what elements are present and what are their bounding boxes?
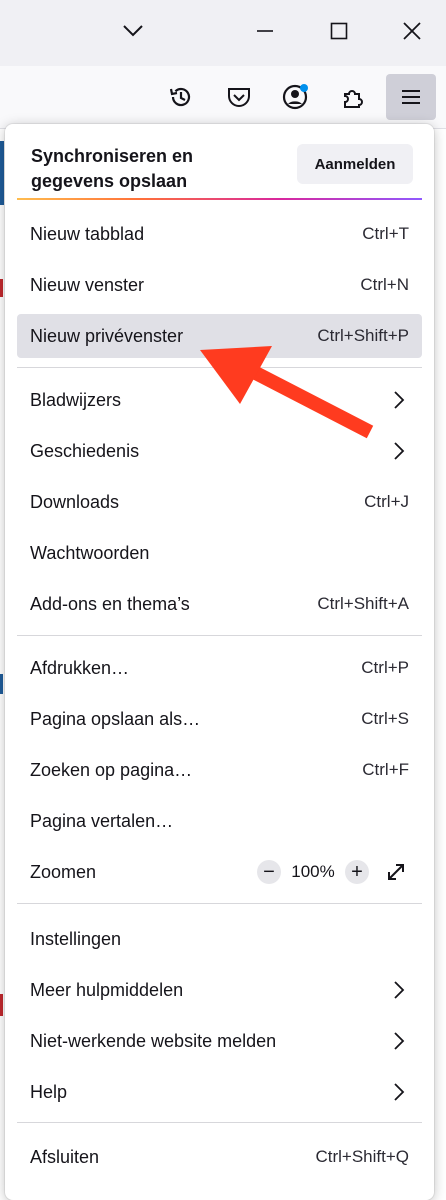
sync-title: Synchroniseren en gegevens opslaan <box>31 146 194 191</box>
page-fragment <box>0 994 3 1016</box>
menu-item-shortcut: Ctrl+J <box>364 492 409 511</box>
menu-item-label: Help <box>30 1081 68 1102</box>
chevron-right-icon <box>389 1031 409 1051</box>
signin-button[interactable]: Aanmelden <box>297 144 413 184</box>
menu-item-label: Geschiedenis <box>30 440 140 461</box>
menu-item-settings[interactable]: Instellingen <box>17 917 422 961</box>
menu-separator <box>17 635 422 636</box>
menu-item-addons[interactable]: Add-ons en thema’s Ctrl+Shift+A <box>17 582 422 626</box>
minimize-button[interactable] <box>242 8 288 54</box>
menu-item-label: Afsluiten <box>30 1146 100 1167</box>
menu-item-shortcut: Ctrl+F <box>362 760 409 779</box>
menu-item-bookmarks[interactable]: Bladwijzers <box>17 378 422 422</box>
tab-list-chevron-icon[interactable] <box>110 8 156 54</box>
menu-item-label: Niet-werkende website melden <box>30 1030 277 1051</box>
menu-item-shortcut: Ctrl+Shift+A <box>317 594 409 613</box>
menu-item-label: Instellingen <box>30 928 122 949</box>
menu-item-label: Nieuw privévenster <box>30 325 184 346</box>
window-titlebar <box>0 0 446 66</box>
menu-item-label: Zoomen <box>30 861 97 882</box>
notification-badge <box>300 84 308 92</box>
menu-item-label: Nieuw tabblad <box>30 223 145 244</box>
menu-item-translate-page[interactable]: Pagina vertalen… <box>17 799 422 843</box>
close-button[interactable] <box>389 8 435 54</box>
menu-item-shortcut: Ctrl+T <box>362 224 409 243</box>
menu-item-report-site[interactable]: Niet-werkende website melden <box>17 1019 422 1063</box>
chevron-right-icon <box>389 1082 409 1102</box>
menu-item-new-private-window[interactable]: Nieuw privévenster Ctrl+Shift+P <box>17 314 422 358</box>
menu-item-label: Zoeken op pagina… <box>30 759 193 780</box>
menu-item-save-page[interactable]: Pagina opslaan als… Ctrl+S <box>17 697 422 741</box>
chevron-right-icon <box>389 980 409 1000</box>
menu-item-label: Add-ons en thema’s <box>30 593 190 614</box>
history-icon[interactable] <box>162 78 200 116</box>
zoom-controls: − 100% + <box>257 859 409 885</box>
account-icon[interactable] <box>276 78 314 116</box>
page-fragment <box>0 141 4 205</box>
menu-separator <box>17 1122 422 1123</box>
menu-item-shortcut: Ctrl+Shift+Q <box>315 1147 409 1166</box>
zoom-level[interactable]: 100% <box>281 862 345 882</box>
navigation-toolbar <box>0 66 446 129</box>
menu-item-label: Meer hulpmiddelen <box>30 979 184 1000</box>
menu-item-new-tab[interactable]: Nieuw tabblad Ctrl+T <box>17 212 422 256</box>
menu-item-find-in-page[interactable]: Zoeken op pagina… Ctrl+F <box>17 748 422 792</box>
hamburger-menu-icon[interactable] <box>386 74 436 120</box>
menu-item-label: Downloads <box>30 491 120 512</box>
extensions-icon[interactable] <box>334 78 372 116</box>
zoom-in-button[interactable]: + <box>345 860 369 884</box>
fullscreen-icon[interactable] <box>383 859 409 885</box>
menu-item-print[interactable]: Afdrukken… Ctrl+P <box>17 646 422 690</box>
maximize-button[interactable] <box>316 8 362 54</box>
menu-item-new-window[interactable]: Nieuw venster Ctrl+N <box>17 263 422 307</box>
menu-item-label: Pagina opslaan als… <box>30 708 201 729</box>
menu-item-downloads[interactable]: Downloads Ctrl+J <box>17 480 422 524</box>
chevron-right-icon <box>389 441 409 461</box>
menu-item-passwords[interactable]: Wachtwoorden <box>17 531 422 575</box>
page-fragment <box>0 279 3 297</box>
page-fragment <box>0 674 3 694</box>
menu-item-zoom: Zoomen − 100% + <box>17 850 422 894</box>
menu-item-label: Wachtwoorden <box>30 542 150 563</box>
menu-separator <box>17 903 422 904</box>
menu-item-label: Afdrukken… <box>30 657 130 678</box>
pocket-icon[interactable] <box>220 78 258 116</box>
app-menu-panel: Synchroniseren en gegevens opslaan Aanme… <box>5 124 434 1200</box>
sync-divider <box>17 198 422 200</box>
menu-item-shortcut: Ctrl+S <box>361 709 409 728</box>
menu-item-label: Bladwijzers <box>30 389 122 410</box>
menu-item-label: Pagina vertalen… <box>30 810 174 831</box>
menu-item-shortcut: Ctrl+N <box>360 275 409 294</box>
sync-header: Synchroniseren en gegevens opslaan Aanme… <box>17 134 422 198</box>
menu-item-history[interactable]: Geschiedenis <box>17 429 422 473</box>
menu-item-more-tools[interactable]: Meer hulpmiddelen <box>17 968 422 1012</box>
menu-item-exit[interactable]: Afsluiten Ctrl+Shift+Q <box>17 1135 422 1179</box>
menu-separator <box>17 367 422 368</box>
menu-item-help[interactable]: Help <box>17 1070 422 1114</box>
menu-item-label: Nieuw venster <box>30 274 145 295</box>
menu-item-shortcut: Ctrl+Shift+P <box>317 326 409 345</box>
zoom-out-button[interactable]: − <box>257 860 281 884</box>
menu-item-shortcut: Ctrl+P <box>361 658 409 677</box>
chevron-right-icon <box>389 390 409 410</box>
